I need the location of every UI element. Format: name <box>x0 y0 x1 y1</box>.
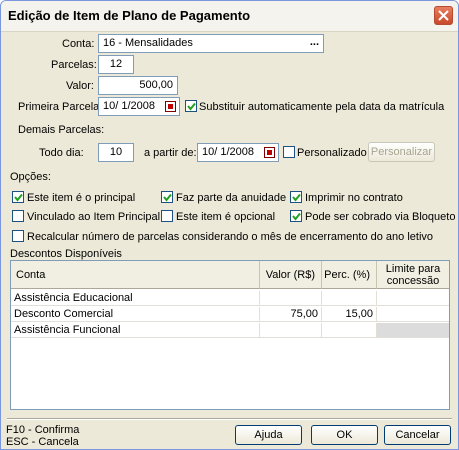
option-checkbox-principal[interactable] <box>12 191 24 203</box>
option-label-principal: Este item é o principal <box>27 192 136 204</box>
cell-conta: Assistência Funcional <box>11 323 260 338</box>
check-icon <box>292 193 301 202</box>
todo-dia-label: Todo dia: <box>39 147 84 159</box>
f10-hint: F10 - Confirma <box>6 424 80 436</box>
column-header-limite[interactable]: Limite para concessão <box>377 261 449 289</box>
dialog-title: Edição de Item de Plano de Pagamento <box>8 8 251 23</box>
title-bar: Edição de Item de Plano de Pagamento <box>1 1 458 32</box>
valor-label: Valor: <box>66 80 94 92</box>
option-label-contrato: Imprimir no contrato <box>305 192 403 204</box>
conta-field[interactable]: 16 - Mensalidades ... <box>98 34 324 53</box>
option-checkbox-anuidade[interactable] <box>161 191 173 203</box>
option-label-bloqueto: Pode ser cobrado via Bloqueto <box>305 211 456 223</box>
option-label-vinculado: Vinculado ao Item Principal <box>27 211 161 223</box>
check-icon <box>14 193 23 202</box>
cell-valor[interactable] <box>260 323 322 338</box>
option-checkbox-opcional[interactable] <box>161 210 173 222</box>
check-icon <box>187 102 196 111</box>
column-header-conta[interactable]: Conta <box>11 261 260 289</box>
option-checkbox-contrato[interactable] <box>290 191 302 203</box>
cell-perc[interactable] <box>322 323 377 338</box>
cell-limite[interactable] <box>377 307 449 322</box>
descontos-label: Descontos Disponíveis <box>10 248 122 260</box>
personalizado-checkbox[interactable] <box>283 146 295 158</box>
parcelas-input[interactable]: 12 <box>98 55 134 74</box>
todo-dia-input[interactable]: 10 <box>98 143 134 162</box>
descontos-table[interactable]: Conta Valor (R$) Perc. (%) Limite para c… <box>10 260 450 410</box>
column-header-perc-label: Perc. (%) <box>324 269 370 281</box>
cell-perc[interactable] <box>322 291 377 306</box>
option-checkbox-bloqueto[interactable] <box>290 210 302 222</box>
column-header-perc[interactable]: Perc. (%) <box>322 261 377 289</box>
column-header-conta-label: Conta <box>16 269 46 281</box>
personalizar-button[interactable]: Personalizar <box>368 142 435 162</box>
cell-valor[interactable]: 75,00 <box>260 307 322 322</box>
footer-divider <box>7 418 452 420</box>
close-button[interactable] <box>434 6 453 25</box>
dialog-window: Edição de Item de Plano de Pagamento Con… <box>0 0 459 450</box>
demais-parcelas-label: Demais Parcelas: <box>18 124 105 136</box>
calendar-icon[interactable] <box>264 147 275 158</box>
a-partir-date[interactable]: 10/ 1/2008 <box>197 143 279 162</box>
esc-hint: ESC - Cancela <box>6 436 79 448</box>
conta-lookup-button[interactable]: ... <box>310 36 319 48</box>
check-icon <box>292 212 301 221</box>
a-partir-value: 10/ 1/2008 <box>202 146 254 158</box>
opcoes-label: Opções: <box>10 171 51 183</box>
calendar-icon[interactable] <box>165 101 176 112</box>
column-header-valor[interactable]: Valor (R$) <box>260 261 322 289</box>
cell-perc[interactable]: 15,00 <box>322 307 377 322</box>
column-header-limite-label-1: Limite para <box>385 263 441 275</box>
ok-button[interactable]: OK <box>311 425 378 445</box>
valor-input[interactable]: 500,00 <box>98 76 178 95</box>
primeira-parcela-label: Primeira Parcela: <box>18 101 103 113</box>
cancelar-button[interactable]: Cancelar <box>384 425 451 445</box>
ajuda-button[interactable]: Ajuda <box>235 425 302 445</box>
a-partir-label: a partir de: <box>144 147 197 159</box>
primeira-parcela-date[interactable]: 10/ 1/2008 <box>98 97 180 116</box>
option-label-opcional: Este item é opcional <box>176 211 276 223</box>
close-icon <box>438 10 449 21</box>
parcelas-label: Parcelas: <box>51 59 97 71</box>
cell-limite[interactable] <box>377 323 449 338</box>
conta-value: 16 - Mensalidades <box>103 37 193 49</box>
conta-label: Conta: <box>62 38 95 50</box>
option-checkbox-recalcular[interactable] <box>12 230 24 242</box>
substituir-checkbox[interactable] <box>185 100 197 112</box>
primeira-parcela-value: 10/ 1/2008 <box>103 100 155 112</box>
option-checkbox-vinculado[interactable] <box>12 210 24 222</box>
personalizado-label: Personalizado <box>297 147 367 159</box>
cell-limite[interactable] <box>377 291 449 306</box>
cell-valor[interactable] <box>260 291 322 306</box>
cell-conta: Assistência Educacional <box>11 291 260 306</box>
column-header-valor-label: Valor (R$) <box>265 269 315 281</box>
substituir-label: Substituir automaticamente pela data da … <box>199 101 445 113</box>
column-header-limite-label-2: concessão <box>386 275 440 287</box>
option-label-recalcular: Recalcular número de parcelas consideran… <box>27 231 434 243</box>
option-label-anuidade: Faz parte da anuidade <box>176 192 287 204</box>
cell-conta: Desconto Comercial <box>11 307 260 322</box>
check-icon <box>163 193 172 202</box>
